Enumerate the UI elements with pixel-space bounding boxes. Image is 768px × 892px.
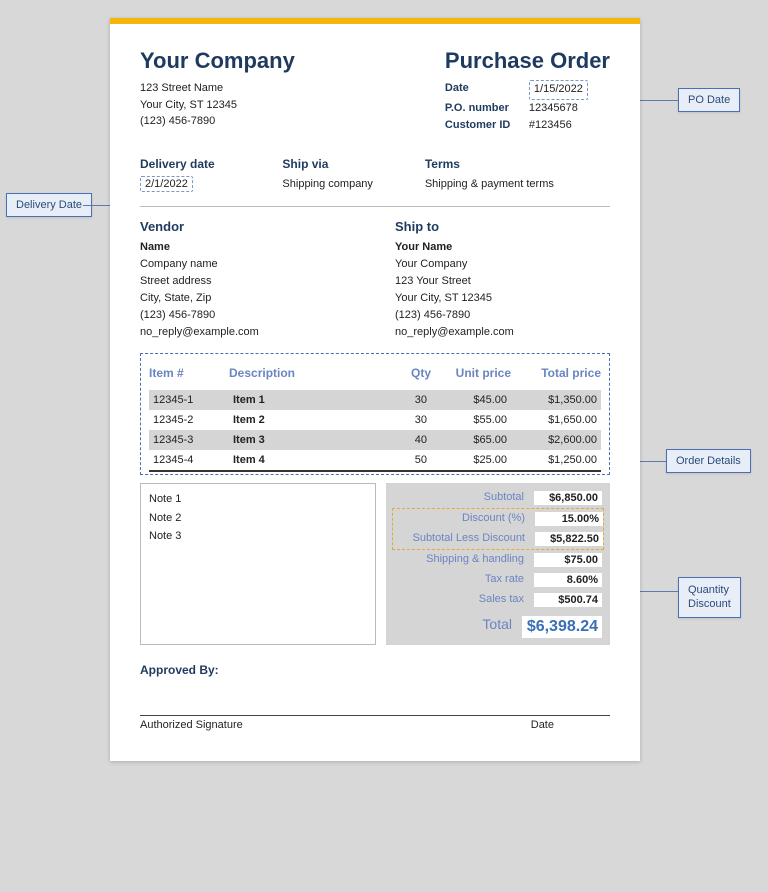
shipping-value: $75.00 (534, 553, 602, 567)
po-title: Purchase Order (445, 48, 610, 74)
cell-qty: 30 (381, 390, 431, 410)
terms-label: Terms (425, 157, 610, 171)
company-name: Your Company (140, 48, 295, 74)
subless-value: $5,822.50 (535, 532, 603, 546)
vendor-city: City, State, Zip (140, 290, 355, 307)
cell-qty: 50 (381, 450, 431, 471)
terms-value: Shipping & payment terms (425, 178, 554, 190)
shipto-street: 123 Your Street (395, 273, 610, 290)
taxrate-value: 8.60% (534, 573, 602, 587)
po-block: Purchase Order Date 1/15/2022 P.O. numbe… (445, 48, 610, 135)
cell-item: 12345-3 (149, 430, 229, 450)
shipvia-label: Ship via (282, 157, 424, 171)
vendor-email: no_reply@example.com (140, 324, 355, 341)
table-row: 12345-2 Item 2 30 $55.00 $1,650.00 (149, 410, 601, 430)
shipto-company: Your Company (395, 256, 610, 273)
divider (140, 206, 610, 207)
company-block: Your Company 123 Street Name Your City, … (140, 48, 295, 135)
col-qty: Qty (381, 366, 431, 390)
po-date-label: Date (445, 80, 529, 100)
discount-highlight: Discount (%) 15.00% Subtotal Less Discou… (392, 508, 604, 550)
total-label: Total (394, 616, 522, 638)
cell-total: $1,250.00 (511, 450, 601, 471)
col-item: Item # (149, 366, 229, 390)
salestax-value: $500.74 (534, 593, 602, 607)
shipto-email: no_reply@example.com (395, 324, 610, 341)
callout-po-date: PO Date (678, 88, 740, 112)
shipvia-value: Shipping company (282, 178, 373, 190)
discount-label: Discount (%) (393, 512, 535, 526)
col-unit: Unit price (431, 366, 511, 390)
vendor-company: Company name (140, 256, 355, 273)
cell-desc: Item 2 (229, 410, 381, 430)
note-line: Note 3 (149, 527, 367, 546)
company-phone: (123) 456-7890 (140, 113, 295, 130)
document-page: Your Company 123 Street Name Your City, … (110, 18, 640, 761)
delivery-date-label: Delivery date (140, 157, 282, 171)
callout-text: PO Date (688, 94, 730, 106)
po-number-label: P.O. number (445, 100, 529, 118)
table-row: 12345-1 Item 1 30 $45.00 $1,350.00 (149, 390, 601, 410)
cell-total: $1,650.00 (511, 410, 601, 430)
cell-desc: Item 3 (229, 430, 381, 450)
vendor-street: Street address (140, 273, 355, 290)
subless-label: Subtotal Less Discount (393, 532, 535, 546)
signature-label: Authorized Signature (140, 719, 243, 731)
delivery-date-value: 2/1/2022 (140, 176, 193, 192)
shipping-label: Shipping & handling (394, 553, 534, 567)
taxrate-label: Tax rate (394, 573, 534, 587)
col-desc: Description (229, 366, 381, 390)
cell-unit: $55.00 (431, 410, 511, 430)
cell-unit: $25.00 (431, 450, 511, 471)
subtotal-label: Subtotal (394, 491, 534, 505)
table-row: 12345-4 Item 4 50 $25.00 $1,250.00 (149, 450, 601, 471)
po-customer-label: Customer ID (445, 117, 529, 135)
cell-unit: $65.00 (431, 430, 511, 450)
cell-item: 12345-1 (149, 390, 229, 410)
cell-desc: Item 4 (229, 450, 381, 471)
salestax-label: Sales tax (394, 593, 534, 607)
cell-item: 12345-4 (149, 450, 229, 471)
callout-text: QuantityDiscount (688, 584, 731, 610)
callout-quantity-discount: QuantityDiscount (678, 577, 741, 618)
po-customer-value: #123456 (529, 117, 572, 135)
items-table: Item # Description Qty Unit price Total … (149, 366, 601, 472)
cell-total: $2,600.00 (511, 430, 601, 450)
shipto-block: Ship to Your Name Your Company 123 Your … (395, 219, 610, 341)
callout-text: Delivery Date (16, 199, 82, 211)
callout-order-details: Order Details (666, 449, 751, 473)
vendor-heading: Vendor (140, 219, 355, 234)
cell-desc: Item 1 (229, 390, 381, 410)
shipto-heading: Ship to (395, 219, 610, 234)
order-details-box: Item # Description Qty Unit price Total … (140, 353, 610, 475)
vendor-phone: (123) 456-7890 (140, 307, 355, 324)
table-row: 12345-3 Item 3 40 $65.00 $2,600.00 (149, 430, 601, 450)
discount-value: 15.00% (535, 512, 603, 526)
vendor-name: Name (140, 239, 355, 256)
callout-text: Order Details (676, 455, 741, 467)
signature-date-label: Date (531, 719, 554, 731)
totals-box: Subtotal $6,850.00 Discount (%) 15.00% S… (386, 483, 610, 645)
callout-delivery-date: Delivery Date (6, 193, 92, 217)
company-city: Your City, ST 12345 (140, 97, 295, 114)
subtotal-value: $6,850.00 (534, 491, 602, 505)
cell-item: 12345-2 (149, 410, 229, 430)
note-line: Note 1 (149, 490, 367, 509)
company-street: 123 Street Name (140, 80, 295, 97)
col-total: Total price (511, 366, 601, 390)
cell-qty: 30 (381, 410, 431, 430)
cell-qty: 40 (381, 430, 431, 450)
note-line: Note 2 (149, 509, 367, 528)
po-date-value: 1/15/2022 (529, 80, 588, 100)
total-value: $6,398.24 (522, 616, 602, 638)
shipto-phone: (123) 456-7890 (395, 307, 610, 324)
shipto-city: Your City, ST 12345 (395, 290, 610, 307)
po-number-value: 12345678 (529, 100, 578, 118)
cell-unit: $45.00 (431, 390, 511, 410)
notes-box: Note 1 Note 2 Note 3 (140, 483, 376, 645)
approved-by-label: Approved By: (140, 663, 610, 677)
shipto-name: Your Name (395, 239, 610, 256)
cell-total: $1,350.00 (511, 390, 601, 410)
vendor-block: Vendor Name Company name Street address … (140, 219, 355, 341)
